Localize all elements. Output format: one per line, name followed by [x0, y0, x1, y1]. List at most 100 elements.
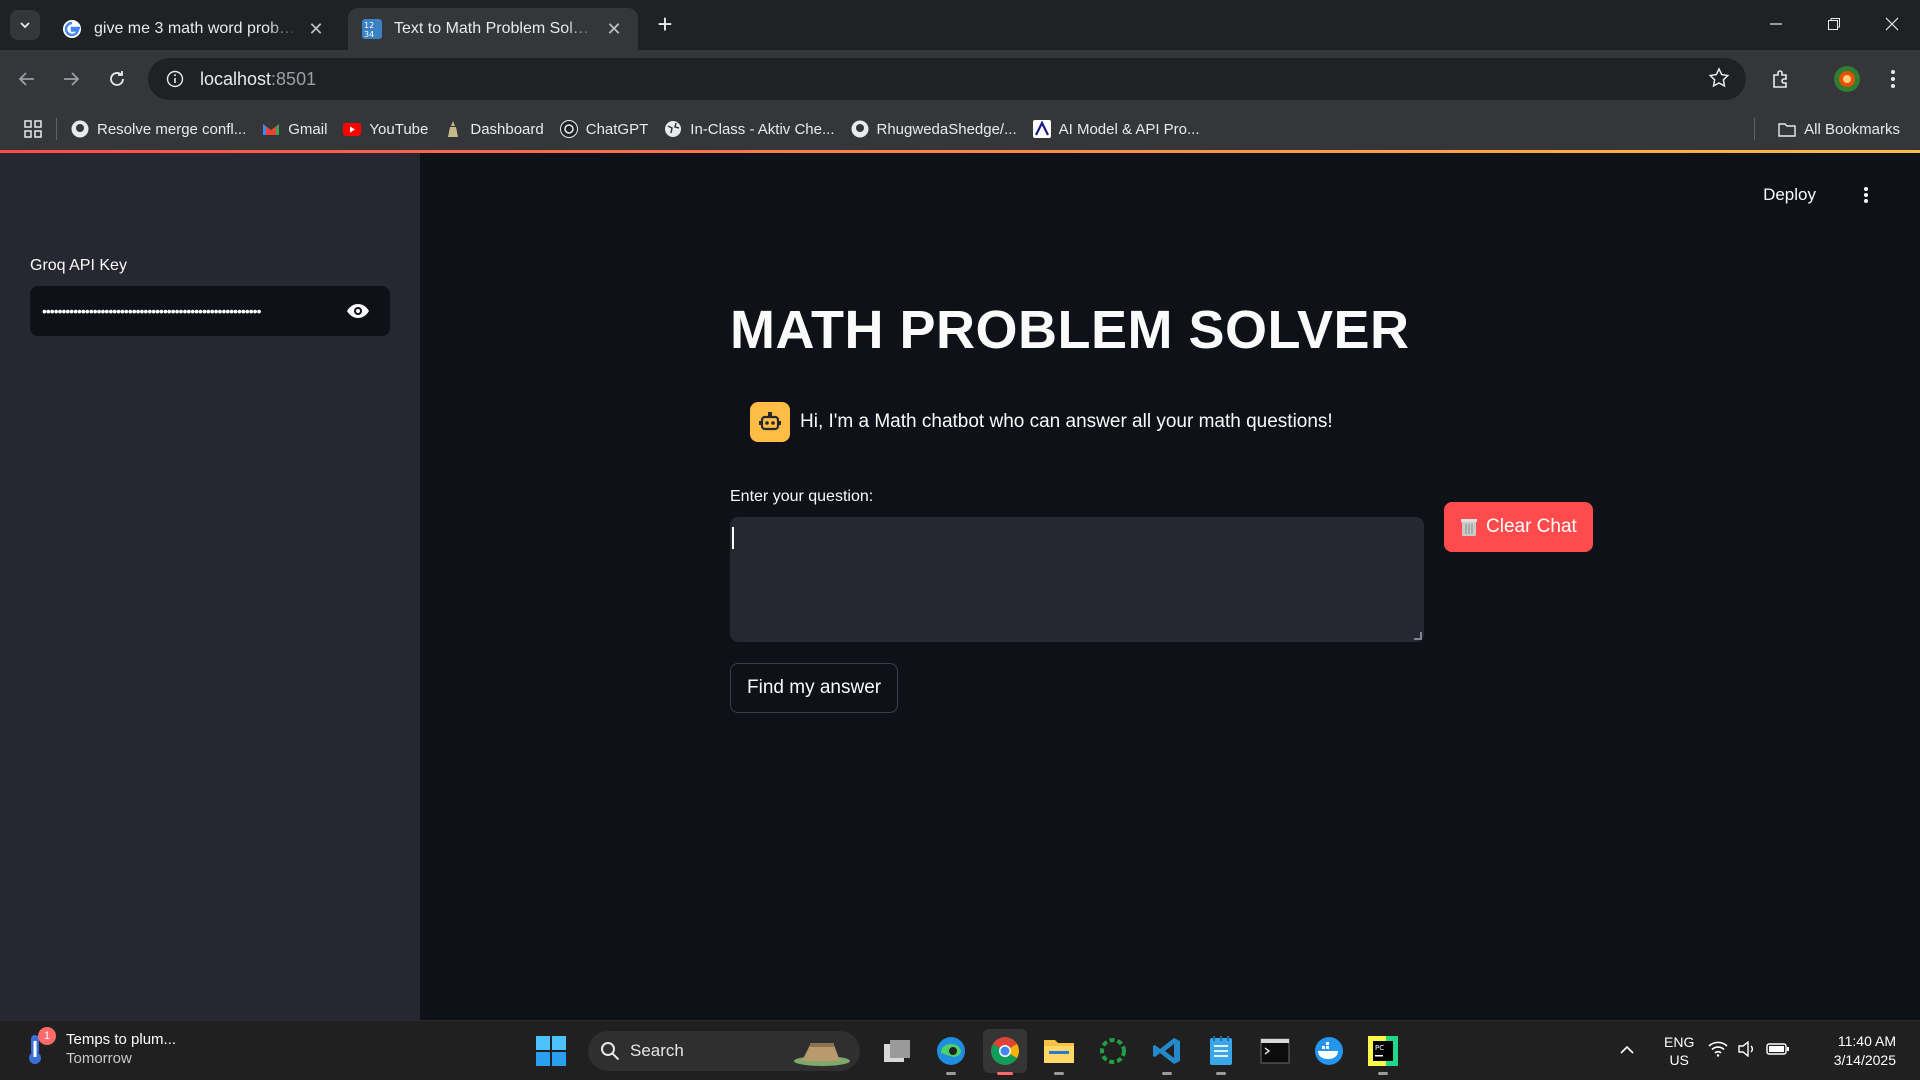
pycharm-icon: PC — [1368, 1036, 1398, 1066]
wifi-icon[interactable] — [1708, 1041, 1728, 1062]
forward-button[interactable] — [54, 62, 88, 96]
volume-icon[interactable] — [1738, 1040, 1756, 1062]
notepad-app[interactable] — [1199, 1029, 1243, 1075]
question-textarea[interactable] — [730, 517, 1424, 642]
address-bar[interactable]: localhost:8501 — [148, 58, 1746, 100]
app-menu-button[interactable] — [1854, 183, 1878, 207]
running-indicator — [1162, 1072, 1172, 1075]
url-text: localhost:8501 — [200, 68, 317, 89]
bookmark-github-repo[interactable]: RhugwedaShedge/... — [843, 114, 1025, 144]
bookmarks-bar: Resolve merge confl... Gmail YouTube Das… — [0, 108, 1920, 150]
show-password-icon[interactable] — [338, 303, 378, 319]
edge-icon — [937, 1037, 965, 1065]
close-window-button[interactable] — [1864, 0, 1920, 48]
deploy-button[interactable]: Deploy — [1763, 185, 1816, 205]
battery-icon[interactable] — [1766, 1042, 1790, 1061]
bookmark-label: In-Class - Aktiv Che... — [690, 120, 835, 138]
search-highlight-art-icon — [794, 1043, 850, 1066]
resize-handle[interactable] — [1414, 632, 1422, 640]
restore-button[interactable] — [1806, 0, 1862, 48]
close-tab-icon[interactable]: ✕ — [604, 19, 624, 40]
ai-model-icon — [1032, 120, 1051, 138]
apps-button[interactable] — [16, 114, 50, 144]
page-title: MATH PROBLEM SOLVER — [730, 300, 1410, 360]
browser-toolbar: localhost:8501 — [0, 50, 1920, 108]
robot-icon — [759, 412, 781, 431]
spinner-ring-icon — [1100, 1038, 1126, 1064]
close-tab-icon[interactable]: ✕ — [306, 19, 326, 40]
github-icon — [71, 120, 89, 138]
tab-math-solver[interactable]: 1234 Text to Math Problem Solver and ✕ — [348, 8, 638, 50]
arrow-left-icon — [18, 72, 34, 86]
new-tab-button[interactable]: + — [650, 10, 680, 40]
taskbar-search[interactable]: Search — [588, 1031, 860, 1071]
system-clock[interactable]: 11:40 AM 3/14/2025 — [1834, 1032, 1896, 1070]
terminal-icon — [1260, 1038, 1290, 1064]
chevron-up-icon[interactable] — [1620, 1042, 1634, 1060]
assistant-message: Hi, I'm a Math chatbot who can answer al… — [750, 402, 1333, 442]
windows-taskbar: 1 Temps to plum... Tomorrow Search PC EN… — [0, 1020, 1920, 1080]
bookmark-gmail[interactable]: Gmail — [254, 114, 335, 144]
profile-avatar[interactable] — [1830, 62, 1864, 96]
ring-app[interactable] — [1091, 1029, 1135, 1073]
clear-chat-button[interactable]: Clear Chat — [1444, 502, 1593, 552]
task-view-button[interactable] — [875, 1029, 919, 1073]
screen: give me 3 math word problem ✕ 12 34 Text … — [0, 0, 1920, 1080]
bookmark-label: YouTube — [369, 120, 429, 138]
youtube-icon — [343, 120, 362, 138]
vscode-icon — [1153, 1038, 1180, 1064]
all-bookmarks-button[interactable]: All Bookmarks — [1738, 114, 1908, 144]
bookmark-star-icon[interactable] — [1708, 67, 1730, 94]
chrome-app[interactable] — [983, 1029, 1027, 1075]
docker-app[interactable] — [1307, 1029, 1351, 1073]
file-explorer-app[interactable] — [1037, 1029, 1081, 1075]
browser-tabstrip: give me 3 math word problem ✕ 12 34 Text … — [0, 0, 1920, 50]
chevron-down-icon — [20, 22, 30, 29]
terminal-app[interactable] — [1253, 1029, 1297, 1073]
vscode-app[interactable] — [1145, 1029, 1189, 1075]
svg-text:34: 34 — [364, 30, 374, 39]
minimize-button[interactable] — [1748, 0, 1804, 48]
text-cursor — [732, 527, 734, 549]
bookmark-chatgpt[interactable]: ChatGPT — [552, 114, 657, 144]
extensions-button[interactable] — [1764, 62, 1798, 96]
thermometer-icon: 1 — [24, 1027, 56, 1067]
search-label: Search — [630, 1041, 684, 1060]
back-button[interactable] — [10, 62, 44, 96]
arrow-right-icon — [64, 72, 80, 86]
weather-subtitle: Tomorrow — [66, 1050, 132, 1067]
language-indicator[interactable]: ENG US — [1664, 1033, 1694, 1069]
bookmark-resolve-merge[interactable]: Resolve merge confl... — [63, 114, 254, 144]
api-key-value: ••••••••••••••••••••••••••••••••••••••••… — [42, 303, 261, 319]
reload-icon — [110, 71, 124, 86]
kebab-menu-icon — [1891, 70, 1895, 88]
bookmark-youtube[interactable]: YouTube — [335, 114, 436, 144]
weather-widget[interactable]: 1 Temps to plum... Tomorrow — [24, 1027, 177, 1067]
github-icon — [851, 120, 869, 138]
system-tray: ENG US — [1620, 1021, 1790, 1080]
edge-app[interactable] — [929, 1029, 973, 1075]
chatgpt-icon — [559, 120, 578, 138]
bookmark-in-class[interactable]: In-Class - Aktiv Che... — [656, 114, 842, 144]
bookmark-label: Dashboard — [470, 120, 544, 138]
bookmark-separator — [1746, 118, 1764, 140]
site-info-icon[interactable] — [154, 58, 196, 100]
tab-title: give me 3 math word problem — [94, 20, 298, 37]
pycharm-app[interactable]: PC — [1361, 1029, 1405, 1075]
bookmark-label: AI Model & API Pro... — [1058, 120, 1200, 138]
tab-search-button[interactable] — [10, 10, 40, 40]
minimize-icon — [1770, 23, 1782, 25]
api-key-input[interactable]: ••••••••••••••••••••••••••••••••••••••••… — [30, 286, 390, 336]
start-button[interactable] — [529, 1029, 573, 1073]
bookmark-label: ChatGPT — [585, 120, 649, 138]
reload-button[interactable] — [100, 62, 134, 96]
weather-title: Temps to plum... — [66, 1031, 177, 1048]
puzzle-icon — [1773, 70, 1787, 88]
bookmark-ai-model[interactable]: AI Model & API Pro... — [1025, 114, 1208, 144]
chrome-menu-button[interactable] — [1876, 62, 1910, 96]
docker-whale-icon — [1315, 1037, 1343, 1065]
tab-google-search[interactable]: give me 3 math word problem ✕ — [48, 8, 340, 50]
bookmark-dashboard[interactable]: Dashboard — [436, 114, 551, 144]
find-answer-button[interactable]: Find my answer — [730, 663, 899, 713]
avatar-icon — [1834, 66, 1860, 92]
